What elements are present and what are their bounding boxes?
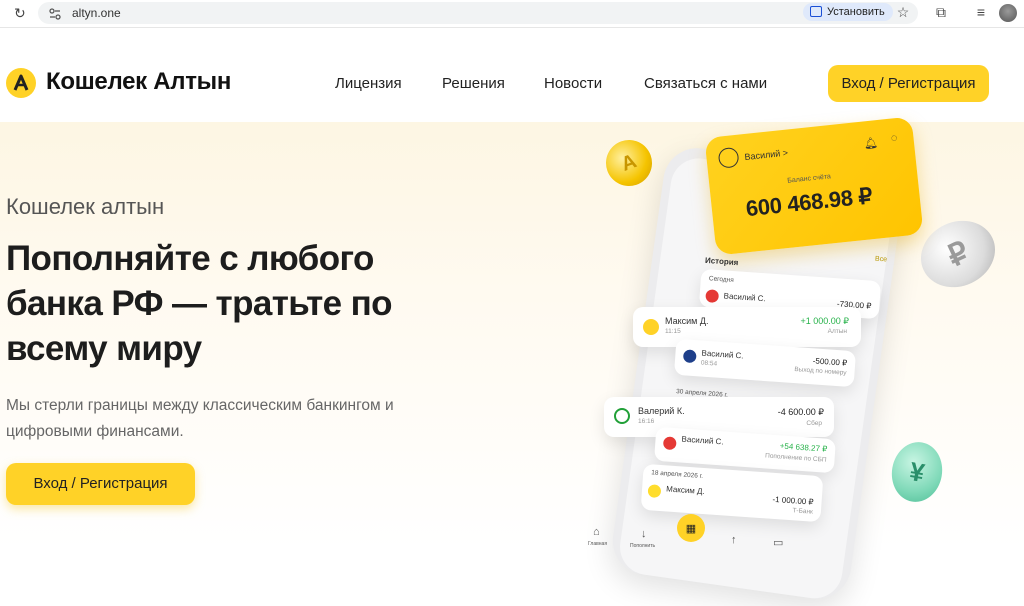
qr-icon: ▦ xyxy=(677,514,705,542)
profile-avatar[interactable] xyxy=(999,4,1017,22)
install-icon xyxy=(810,6,822,17)
header-login-button[interactable]: Вход / Регистрация xyxy=(828,65,989,102)
altyn-logo-icon xyxy=(643,319,659,335)
brand-logo-icon[interactable] xyxy=(6,68,36,98)
tx-name: Василий С. xyxy=(723,291,767,304)
extensions-icon[interactable]: ⧉ xyxy=(932,4,950,21)
home-icon: ⌂ xyxy=(593,526,600,538)
brand-name[interactable]: Кошелек Алтын xyxy=(46,68,231,96)
deposit-icon: ↓ xyxy=(641,528,647,540)
browser-toolbar: ↻ altyn.one Установить ☆ ⧉ ≡ xyxy=(0,0,1024,28)
install-app-button[interactable]: Установить xyxy=(803,3,893,21)
tx-name: Василий С. xyxy=(681,434,724,447)
address-bar[interactable] xyxy=(38,2,918,24)
tx-note: Сбер xyxy=(806,420,822,427)
date-label-today: Сегодня xyxy=(708,275,734,285)
sber-icon xyxy=(614,408,630,424)
tx-amount: +54 638.27 ₽ xyxy=(779,441,828,454)
balance-amount: 600 468.98 ₽ xyxy=(744,183,874,222)
tx-amount: +1 000.00 ₽ xyxy=(800,316,849,326)
tx-name: Максим Д. xyxy=(665,316,709,326)
app-user-name: Василий > xyxy=(744,147,789,163)
tx-amount: -500.00 ₽ xyxy=(812,356,848,368)
card-icon: ▭ xyxy=(773,537,784,549)
hero-subtitle: Кошелек алтын xyxy=(6,194,165,219)
nav-contact[interactable]: Связаться с нами xyxy=(644,75,767,92)
transaction-card-float-1: Максим Д. 11:15 +1 000.00 ₽ Алтын xyxy=(633,307,861,347)
balance-label: Баланс счёта xyxy=(786,173,832,185)
reading-list-icon[interactable]: ≡ xyxy=(972,4,990,20)
nav-home-label: Главная xyxy=(588,541,608,547)
tx-note: Т-Банк xyxy=(792,507,814,516)
hero-login-button[interactable]: Вход / Регистрация xyxy=(6,463,195,505)
install-label: Установить xyxy=(827,6,885,18)
bank-icon xyxy=(682,349,697,364)
bookmark-star-icon[interactable]: ☆ xyxy=(894,4,912,21)
site-settings-icon[interactable] xyxy=(48,7,62,21)
hero-headline: Пополняйте с любого банка РФ — тратьте п… xyxy=(6,239,393,368)
balance-card: Василий > 🔔︎ ◌ Баланс счёта 600 468.98 ₽ xyxy=(704,116,924,256)
nav-license[interactable]: Лицензия xyxy=(335,75,402,92)
tx-name: Василий С. xyxy=(701,348,744,361)
bell-icon: 🔔︎ xyxy=(863,137,879,151)
green-coin-image: ¥ xyxy=(887,438,947,506)
tx-amount: -1 000.00 ₽ xyxy=(772,494,814,507)
tx-name: Валерий К. xyxy=(638,406,685,416)
tx-amount: -4 600.00 ₽ xyxy=(777,407,824,417)
reload-icon[interactable]: ↻ xyxy=(14,5,26,22)
tx-time: 08:54 xyxy=(700,359,718,368)
nav-news[interactable]: Новости xyxy=(544,75,602,92)
nav-deposit-label: Пополнить xyxy=(630,543,656,549)
nav-solutions[interactable]: Решения xyxy=(442,75,505,92)
tx-time: 11:15 xyxy=(665,328,681,335)
date-label-2: 18 апреля 2026 г. xyxy=(650,469,704,480)
app-bottom-nav: ⌂ Главная ↓ Пополнить ▦ ↑ ▭ xyxy=(583,514,813,550)
alfa-bank-icon xyxy=(705,289,720,304)
user-icon xyxy=(717,146,740,169)
tx-note: Пополнение по СБП xyxy=(764,452,827,464)
tx-name: Максим Д. xyxy=(665,484,705,497)
tx-note: Выход по номеру xyxy=(794,366,847,377)
chat-icon: ◌ xyxy=(890,132,899,145)
tx-time: 16:16 xyxy=(638,418,655,425)
hero-lead: Мы стерли границы между классическим бан… xyxy=(6,397,394,440)
tx-note: Алтын xyxy=(827,328,847,335)
send-icon: ↑ xyxy=(731,534,737,546)
tbank-icon xyxy=(647,484,662,499)
url-text[interactable]: altyn.one xyxy=(72,6,121,20)
sbp-icon xyxy=(662,436,677,451)
history-all-link: Все xyxy=(874,255,888,264)
